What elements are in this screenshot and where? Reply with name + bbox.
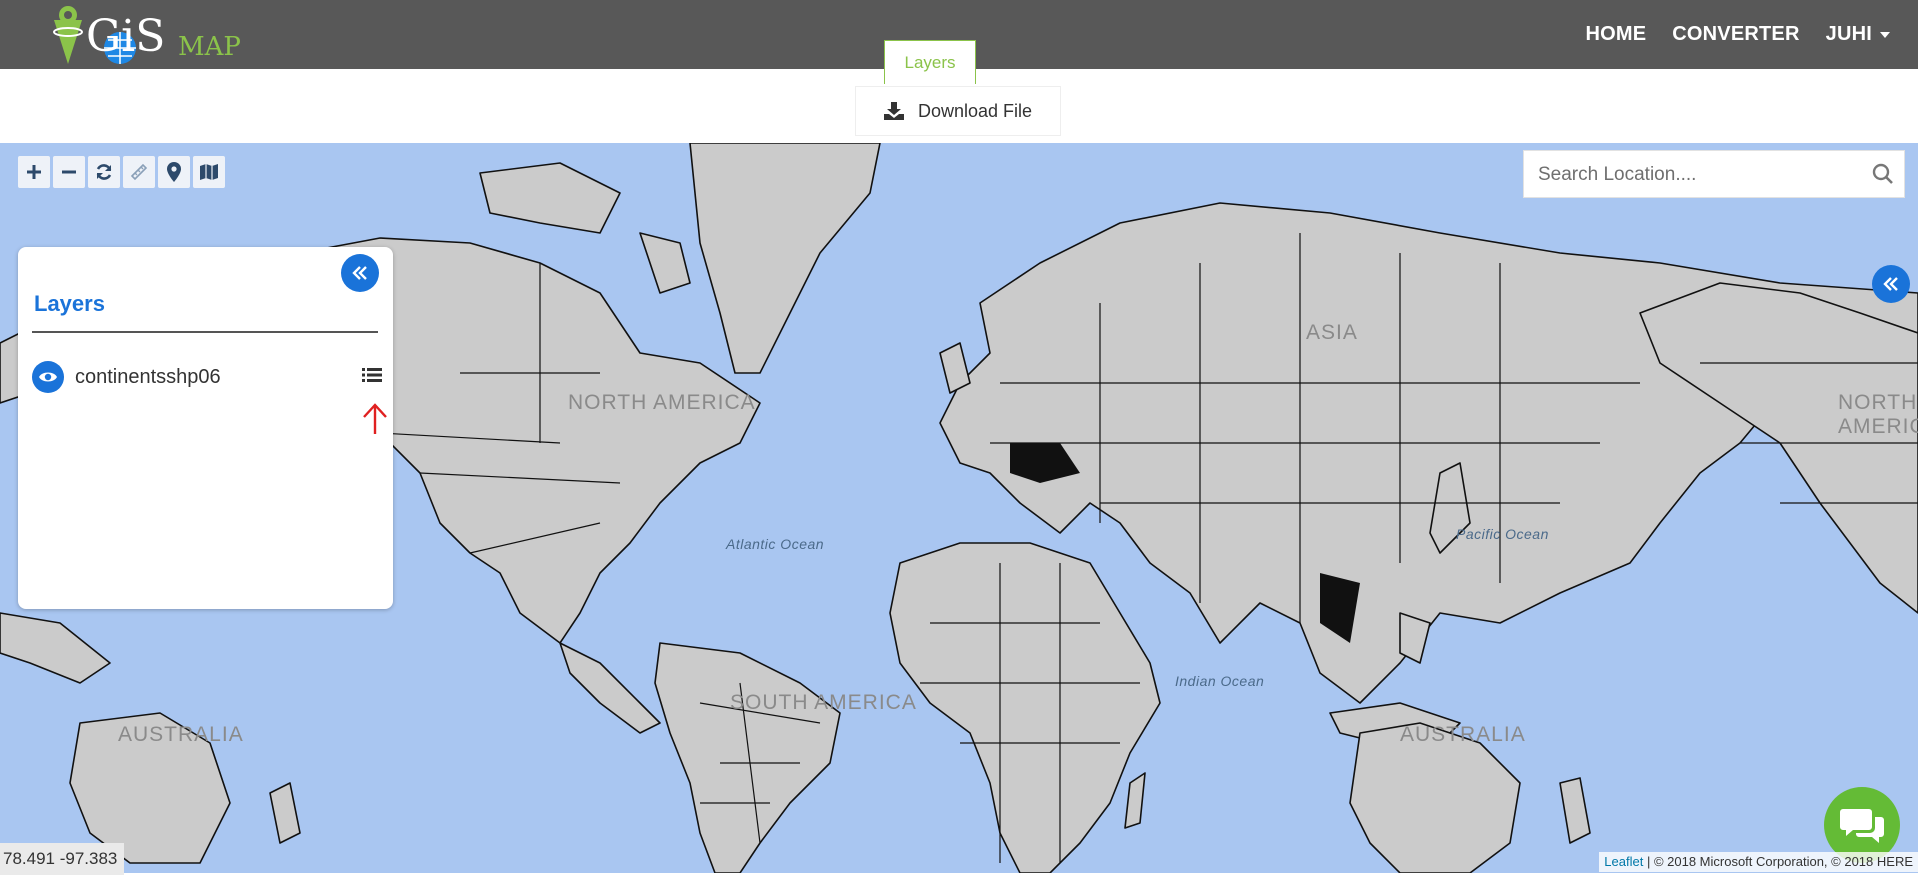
leaflet-link[interactable]: Leaflet — [1604, 854, 1643, 869]
download-icon — [883, 102, 904, 120]
cursor-coordinates: 78.491 -97.383 — [0, 843, 124, 875]
brand-sub: MAP — [178, 32, 241, 62]
basemap-button[interactable] — [193, 156, 225, 188]
ocean-label-atlantic: Atlantic Ocean — [726, 536, 825, 552]
map-attribution: Leaflet | © 2018 Microsoft Corporation, … — [1599, 852, 1918, 872]
download-file-button[interactable]: Download File — [855, 86, 1061, 136]
layer-name: continentsshp06 — [75, 366, 221, 388]
search-location-input[interactable] — [1524, 151, 1880, 199]
measure-button[interactable] — [123, 156, 155, 188]
collapse-panel-button[interactable] — [341, 254, 379, 292]
ocean-label-pacific: Pacific Ocean — [1456, 526, 1549, 542]
refresh-button[interactable] — [88, 156, 120, 188]
map-label-asia: ASIA — [1306, 321, 1358, 344]
ocean-label-indian: Indian Ocean — [1175, 673, 1265, 689]
map-toolbar — [18, 156, 225, 188]
nav-home[interactable]: HOME — [1585, 23, 1646, 46]
marker-button[interactable] — [158, 156, 190, 188]
map-marker-icon — [167, 162, 181, 182]
map-label-south-america: SOUTH AMERICA — [730, 691, 917, 714]
eye-icon — [39, 372, 57, 382]
map-label-australia: AUSTRALIA — [1400, 723, 1526, 746]
map-canvas[interactable]: NORTH AMERICA ASIA NORTH AMERICA SOUTH A… — [0, 143, 1918, 873]
red-arrow-annotation-icon — [363, 403, 387, 434]
zoom-in-button[interactable] — [18, 156, 50, 188]
refresh-icon — [96, 164, 112, 180]
gismap-logo[interactable]: GiS MAP — [48, 2, 258, 68]
brand-main: GiS — [86, 11, 166, 62]
search-icon[interactable] — [1872, 163, 1894, 185]
minus-icon — [62, 170, 76, 174]
nav-converter[interactable]: CONVERTER — [1672, 23, 1799, 46]
location-search — [1523, 150, 1905, 199]
map-icon — [200, 164, 218, 180]
map-label-north-america: NORTH AMERICA — [568, 391, 756, 414]
layers-panel-title: Layers — [34, 291, 105, 316]
attribution-text: | © 2018 Microsoft Corporation, © 2018 H… — [1643, 854, 1913, 869]
list-icon[interactable] — [362, 367, 382, 383]
right-panel-toggle-button[interactable] — [1872, 265, 1910, 303]
map-label-australia-left: AUSTRALIA — [118, 723, 244, 746]
chat-bubbles-icon — [1840, 809, 1884, 843]
map-label-north-america-right: NORTH AMERICA — [1838, 391, 1918, 438]
double-chevron-left-icon — [352, 266, 367, 280]
layer-visibility-toggle[interactable] — [32, 361, 64, 393]
plus-icon — [27, 165, 41, 179]
panel-divider — [32, 331, 378, 333]
ruler-icon — [130, 163, 148, 181]
layers-panel: Layers continentsshp06 — [18, 247, 393, 609]
zoom-out-button[interactable] — [53, 156, 85, 188]
download-file-label: Download File — [917, 100, 1033, 121]
nav-links: HOME CONVERTER JUHI — [1585, 0, 1890, 69]
user-menu[interactable]: JUHI — [1826, 23, 1890, 46]
tab-layers[interactable]: Layers — [884, 40, 976, 84]
double-chevron-left-icon — [1883, 277, 1898, 291]
layer-item: continentsshp06 — [32, 359, 387, 434]
